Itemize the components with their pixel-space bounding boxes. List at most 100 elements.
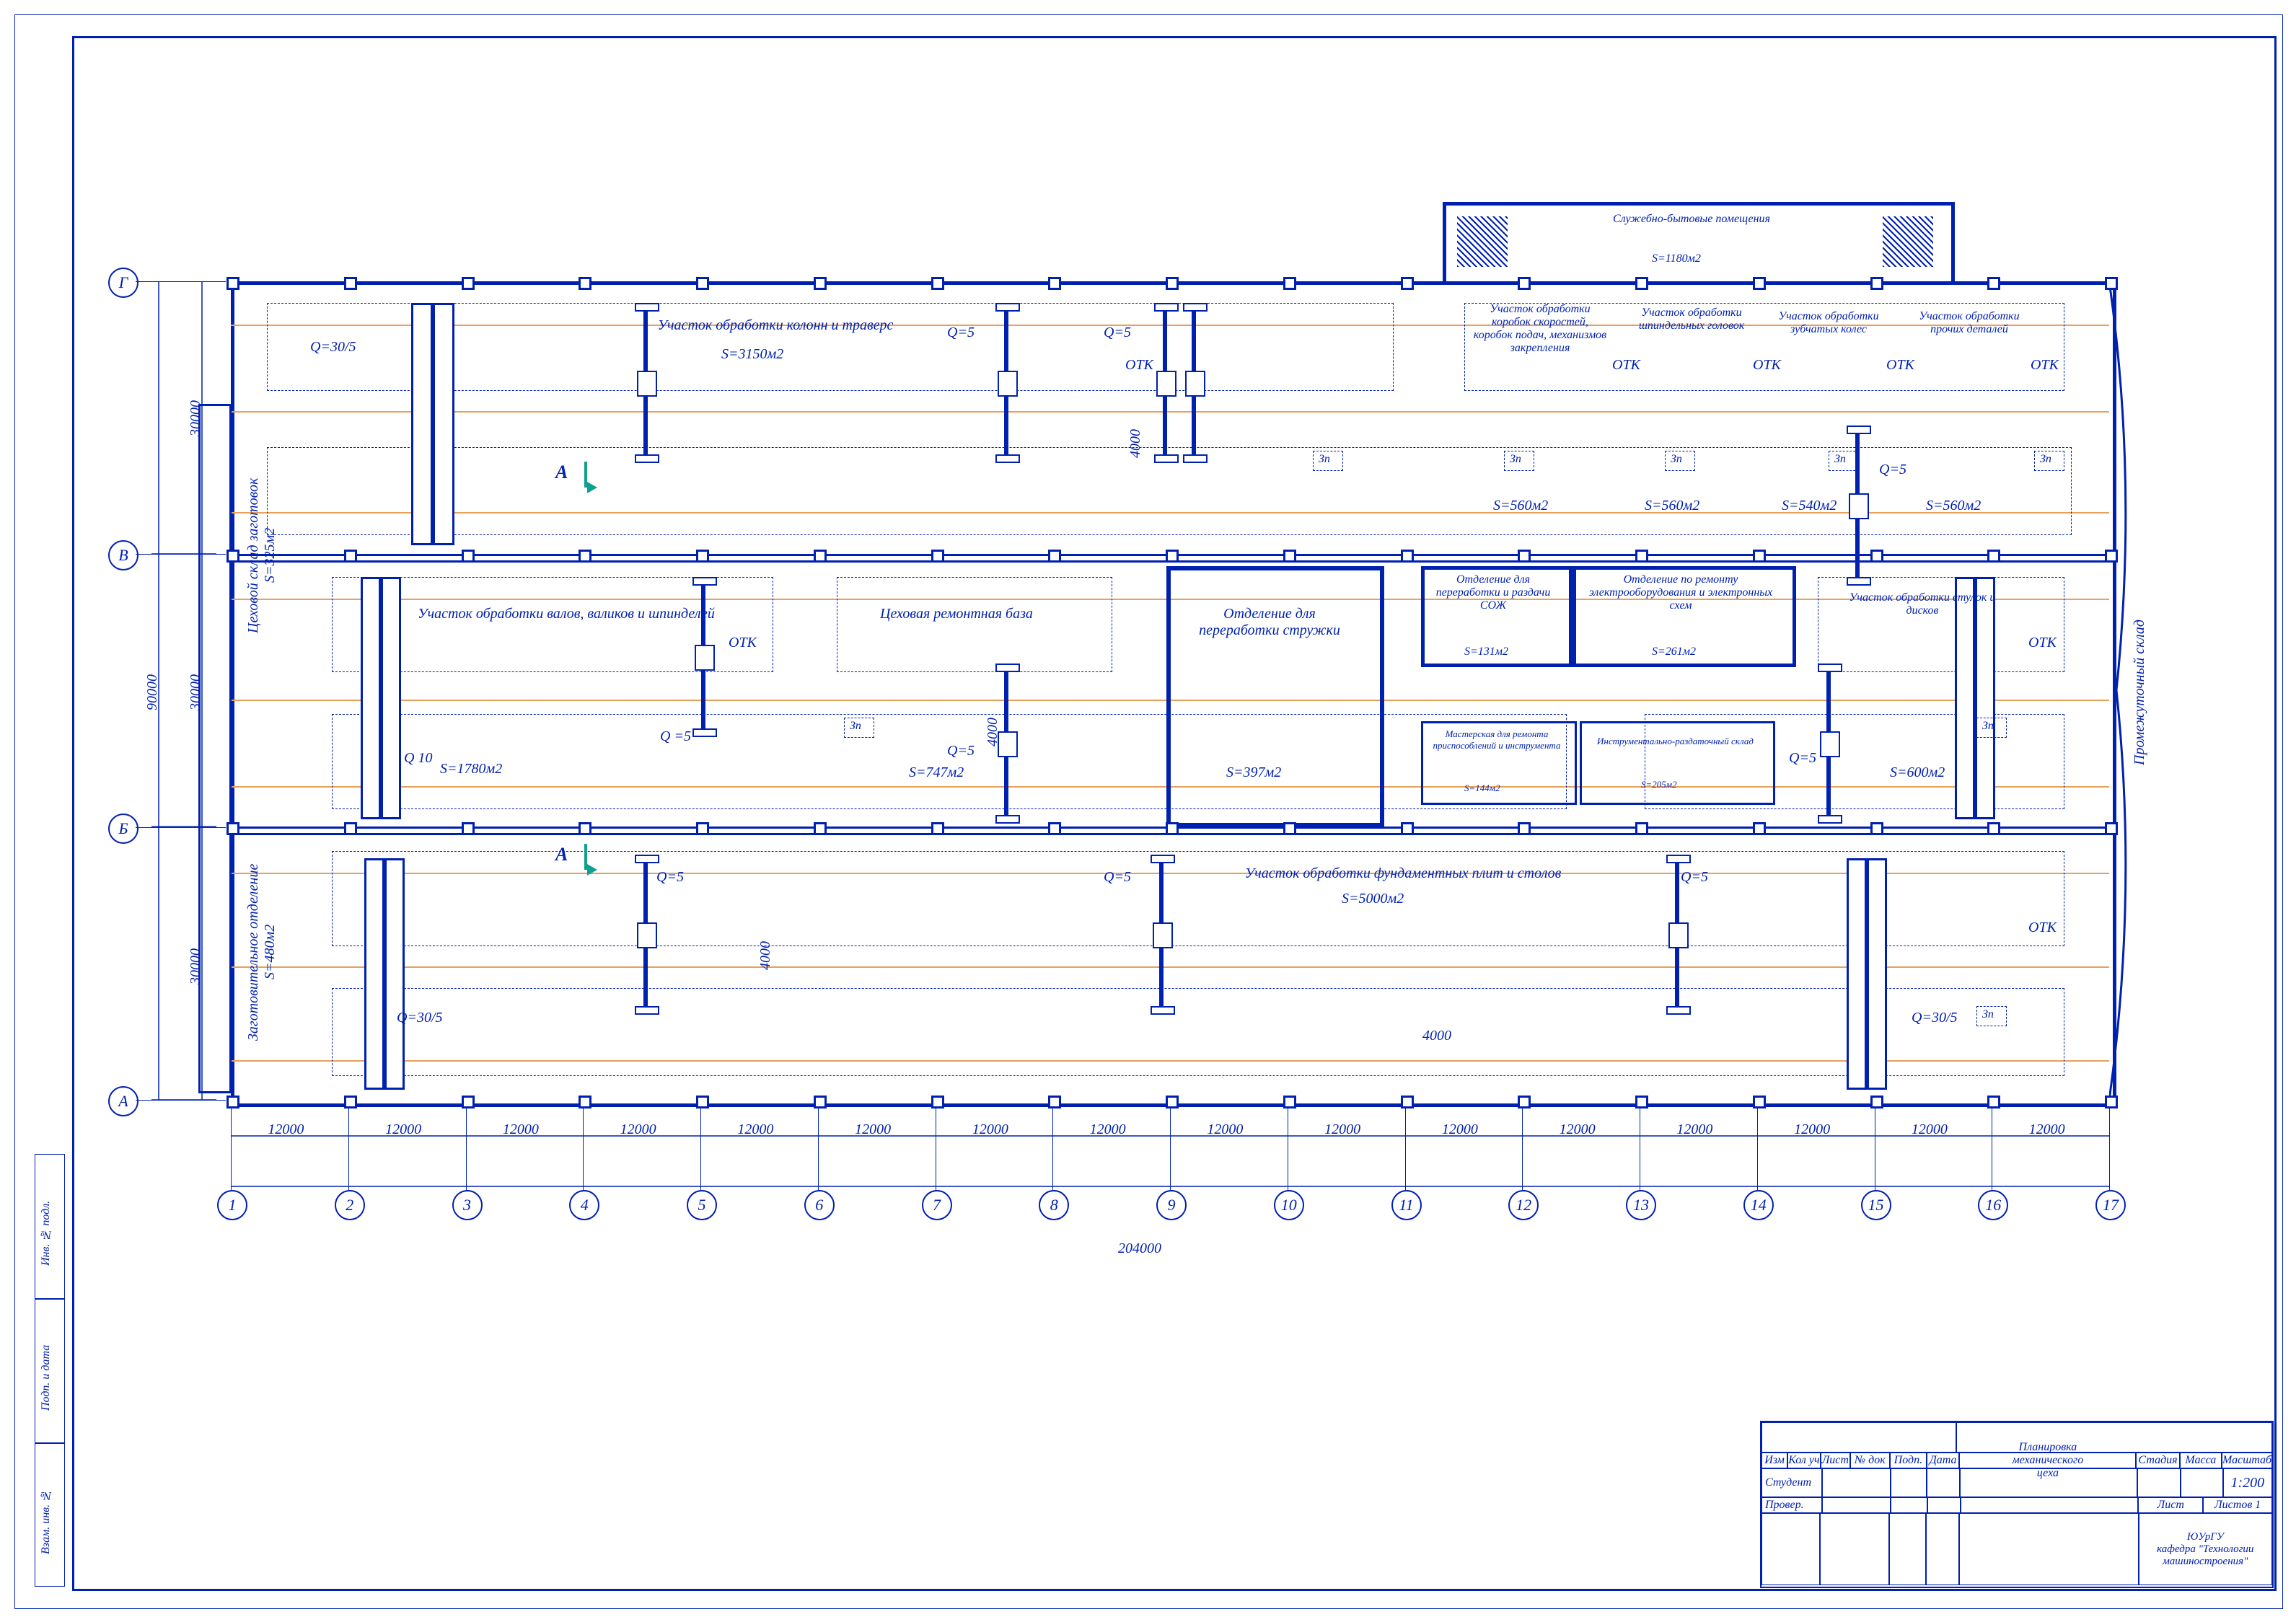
crane-carriage [995,303,1017,462]
otk-label: ОТК [2031,357,2059,374]
room-label: Участок обработки прочих деталей [1912,310,2027,336]
room-label: Отделение для переработки и раздачи СОЖ [1428,573,1558,612]
axis-bubble: 11 [1391,1190,1422,1220]
axis-bubble: 15 [1861,1190,1891,1220]
column-icon [1048,1096,1061,1108]
crane-label: Q =5 [660,728,691,745]
room-label: Участок обработки коробок скоростей, кор… [1472,303,1609,355]
crane-label: Q=5 [1879,462,1906,478]
column-icon [226,1096,239,1108]
axis-bubble: Б [108,814,138,844]
crane-label: Q=5 [947,325,975,341]
column-icon [1635,822,1648,835]
column-icon [931,550,944,563]
dim-h: 12000 [1090,1121,1126,1138]
room-area: S=205м2 [1641,779,1677,790]
axis-bubble: 17 [2095,1190,2126,1220]
column-icon [1518,277,1531,290]
otk-label: ОТК [1753,357,1781,374]
column-icon [462,277,475,290]
room-tool-store [1580,721,1775,805]
column-icon [1987,277,2000,290]
dim-h: 12000 [385,1121,421,1138]
dim-h: 12000 [855,1121,891,1138]
scale-val: 1:200 [2223,1468,2272,1497]
left-annot-2: Заготовительное отделение S=480м2 [245,815,278,1089]
crane-carriage [692,577,714,736]
column-icon [2105,822,2118,835]
dim-h: 12000 [1794,1121,1830,1138]
axis-bubble: 3 [452,1190,483,1220]
crane-label: Q=5 [947,743,975,759]
room-area: S=261м2 [1652,645,1696,658]
room-area: S=3150м2 [721,346,783,363]
right-annot: Промежуточный склад [2132,563,2148,822]
sheet-lbl: Лист [2138,1497,2203,1513]
column-icon [1753,822,1766,835]
dim-v: 30000 [188,375,204,462]
room-label: Участок обработки валов, валиков и шпинд… [404,606,729,622]
crane-label: Q=5 [1789,750,1816,767]
otk-label: ОТК [1612,357,1640,374]
axis-bubble: 10 [1274,1190,1304,1220]
column-icon [1401,822,1414,835]
crane-label: Q=30/5 [310,339,356,356]
room-label: Участок обработки колонн и траверс [620,317,931,334]
dim-h: 12000 [737,1121,773,1138]
hdr: № док [1850,1453,1890,1468]
crane [361,577,401,819]
room-area: S=540м2 [1782,498,1837,514]
zp-label: Зп [2040,453,2051,466]
dim-h: 12000 [1442,1121,1478,1138]
column-icon [696,277,709,290]
dim-total-v: 90000 [144,649,161,736]
column-icon [1870,277,1883,290]
otk-label: ОТК [2028,635,2057,651]
crane [411,303,454,545]
column-icon [579,550,591,563]
column-icon [2105,1096,2118,1108]
side-label: Взам. инв. № [40,1464,53,1579]
crane-carriage [635,855,656,1013]
section-arrow-icon [587,864,597,876]
room-label: Участок обработки зубчатых колес [1767,310,1890,336]
dim-h: 12000 [1912,1121,1948,1138]
column-icon [1048,550,1061,563]
room-label: Отделение по ремонту электрооборудования… [1580,573,1782,612]
column-icon [1518,550,1531,563]
stair-icon [1457,216,1508,267]
room-area: S=131м2 [1464,645,1508,658]
axis-bubble: 13 [1626,1190,1656,1220]
left-annot-1: Цеховой склад заготовок S=325м2 [245,433,278,678]
zp-label: Зп [1510,453,1521,466]
zp-label: Зп [1671,453,1682,466]
otk-label: ОТК [1125,357,1153,374]
side-label: Подп. и дата [40,1320,53,1435]
room-label: Отделение для переработки стружки [1183,606,1356,639]
drawing-title: Планировка механического цеха [1959,1453,2136,1468]
annex-area: S=1180м2 [1652,252,1701,265]
column-icon [344,277,357,290]
room-label: Участок обработки втулок и дисков [1847,591,1998,617]
dim-v: 30000 [188,923,204,1010]
zone [332,988,2064,1076]
room-label: Инструментально-раздаточный склад [1583,736,1767,747]
column-icon [814,550,827,563]
crane-label: Q=5 [1104,325,1131,341]
axis-bubble: Г [108,268,138,298]
section-mark: А [555,462,568,483]
column-icon [462,1096,475,1108]
column-icon [344,822,357,835]
room-label: Участок обработки шпиндельных головок [1630,307,1753,332]
column-icon [1401,550,1414,563]
column-icon [2105,550,2118,563]
column-icon [1635,1096,1648,1108]
axis-bubble: 8 [1039,1190,1069,1220]
column-icon [1283,822,1296,835]
dim-pass: 4000 [757,923,774,988]
column-icon [1166,822,1179,835]
column-icon [1753,550,1766,563]
axis-bubble: 5 [687,1190,717,1220]
dim-h: 12000 [1560,1121,1596,1138]
column-icon [931,277,944,290]
